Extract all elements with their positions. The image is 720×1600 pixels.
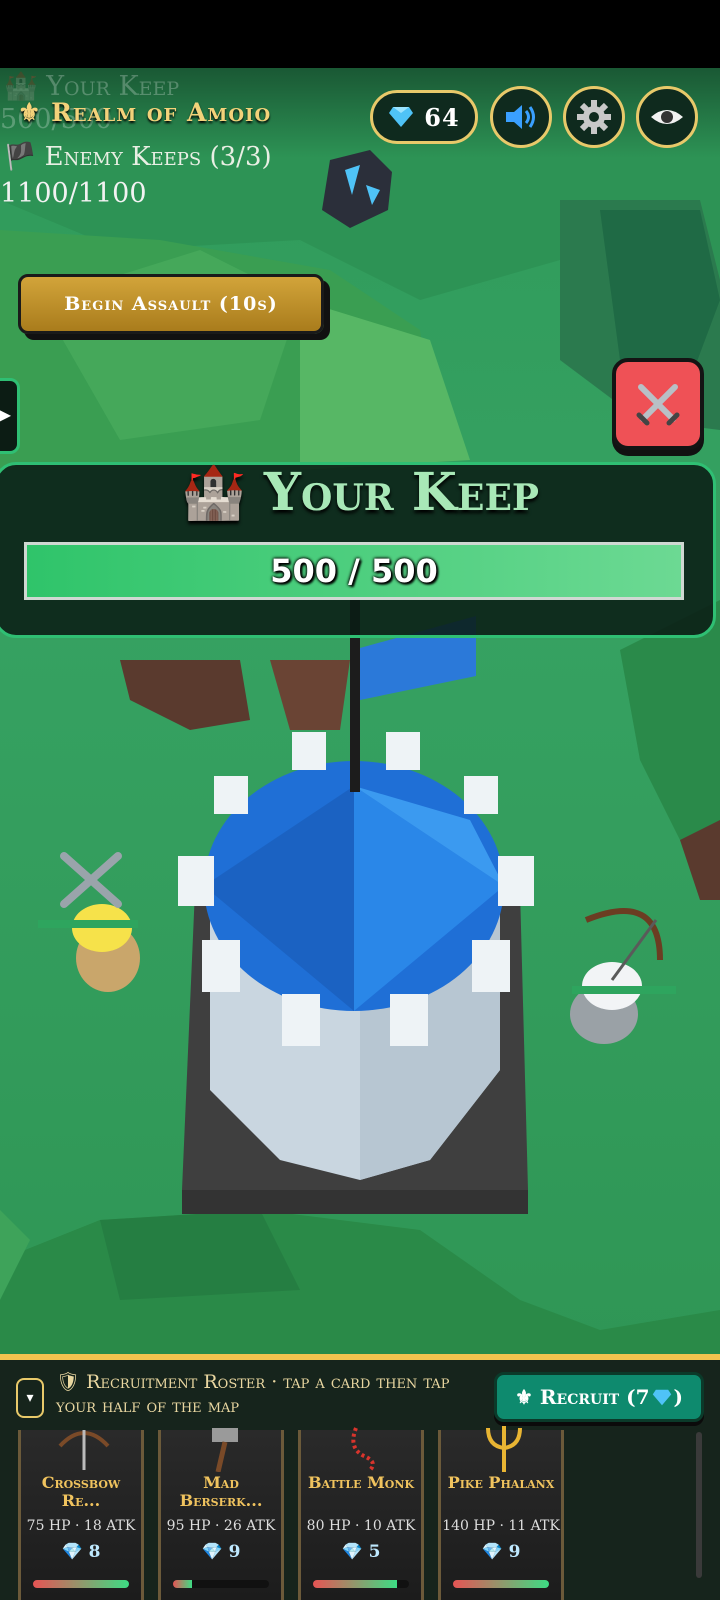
hammer-icon <box>212 1428 238 1472</box>
card-cost: 💎 9 <box>481 1542 521 1562</box>
card-cooldown-bar <box>453 1580 549 1588</box>
card-cooldown-bar <box>33 1580 129 1588</box>
roster-instructions: 🛡 Recruitment Roster · tap a card then t… <box>56 1371 450 1417</box>
card-stats: 80 HP · 10 ATK <box>306 1518 416 1534</box>
flag-icon: 🏴 <box>4 142 37 172</box>
castle-icon: 🏰 <box>181 462 246 523</box>
gem-icon: 💎 <box>61 1542 83 1562</box>
shield-icon: 🛡 <box>56 1371 81 1393</box>
keep-health-text: 500 / 500 <box>270 552 438 590</box>
eye-icon <box>651 110 683 124</box>
battlefield-art <box>0 68 720 1358</box>
roster-scrollbar[interactable] <box>696 1432 702 1578</box>
card-stats: 95 HP · 26 ATK <box>166 1518 276 1534</box>
card-cooldown-bar <box>173 1580 269 1588</box>
unit-card-crossbow[interactable]: Crossbow Re... 75 HP · 18 ATK 💎 8 <box>18 1430 144 1600</box>
keep-health-bar: 500 / 500 <box>24 542 684 600</box>
gem-count: 64 <box>424 102 460 132</box>
trident-icon <box>486 1426 522 1472</box>
enemy-keeps-hp: 1100/1100 <box>0 178 147 209</box>
unit-card-pike[interactable]: Pike Phalanx 140 HP · 11 ATK 💎 9 <box>438 1426 564 1600</box>
unit-card-monk[interactable]: Battle Monk 80 HP · 10 ATK 💎 5 <box>298 1427 424 1600</box>
settings-button[interactable] <box>563 86 625 148</box>
card-stats: 140 HP · 11 ATK <box>442 1518 560 1534</box>
gear-icon <box>577 100 611 134</box>
crossbow-icon <box>58 1430 110 1470</box>
view-toggle-button[interactable] <box>636 86 698 148</box>
battle-mode-button[interactable] <box>612 358 704 450</box>
gem-icon: 💎 <box>481 1542 503 1562</box>
gem-icon: 💎 <box>341 1542 363 1562</box>
sound-button[interactable] <box>490 86 552 148</box>
prayer-beads-icon <box>351 1427 375 1472</box>
game-scene[interactable] <box>0 68 720 1358</box>
recruit-button[interactable]: ⚜ Recruit (7 ) <box>494 1372 704 1422</box>
card-cooldown-bar <box>313 1580 409 1588</box>
realm-title: ⚜ Realm of Amoio <box>18 98 272 127</box>
enemy-keeps-label: 🏴 Enemy Keeps (3/3) <box>4 142 272 172</box>
gem-counter: 64 <box>370 90 478 144</box>
crossed-swords-icon <box>636 384 680 426</box>
card-stats: 75 HP · 18 ATK <box>26 1518 136 1534</box>
side-drawer-tab[interactable]: ▶ <box>0 378 20 454</box>
gem-icon <box>652 1389 671 1405</box>
card-cost: 💎 8 <box>61 1542 101 1562</box>
card-name: Pike Phalanx <box>447 1473 555 1492</box>
card-cost: 💎 9 <box>201 1542 241 1562</box>
gem-icon: 💎 <box>201 1542 223 1562</box>
fleur-icon: ⚜ <box>515 1385 540 1409</box>
card-name: Crossbow Re... <box>41 1473 121 1510</box>
keep-title: 🏰 Your Keep <box>181 462 539 523</box>
card-name: Battle Monk <box>307 1473 415 1492</box>
card-name: Mad Berserk... <box>179 1473 263 1510</box>
speaker-icon <box>506 105 535 129</box>
begin-assault-button[interactable]: Begin Assault (10s) <box>18 274 324 334</box>
card-cost: 💎 5 <box>341 1542 381 1562</box>
arrow-right-icon: ▶ <box>0 405 11 424</box>
roster-collapse-button[interactable]: ▾ <box>16 1378 44 1418</box>
gem-icon <box>389 107 414 127</box>
unit-card-berserker[interactable]: Mad Berserk... 95 HP · 26 ATK 💎 9 <box>158 1428 284 1600</box>
